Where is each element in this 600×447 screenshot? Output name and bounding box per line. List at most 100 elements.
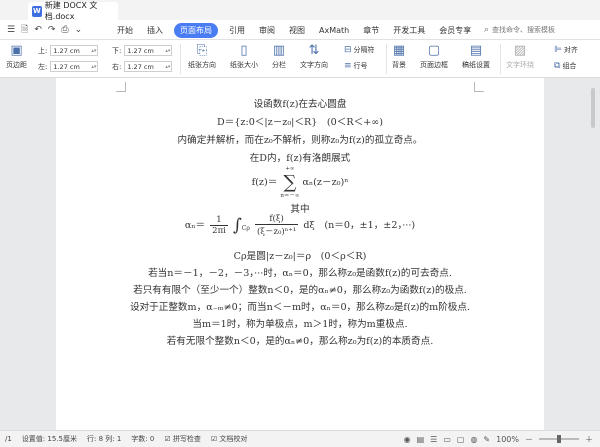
menu-tab-8[interactable]: 开发工具 <box>393 25 425 36</box>
bottom-margin-input[interactable]: 1.27 cm ▴▾ <box>124 45 173 56</box>
menu-tab-4[interactable]: 审阅 <box>259 25 275 36</box>
web-view-icon[interactable]: ▭ <box>443 435 451 444</box>
spinner-icon[interactable]: ▴▾ <box>165 64 171 70</box>
group-button[interactable]: ⧉ 组合 <box>554 61 576 71</box>
zoom-level[interactable]: 100% <box>496 435 519 444</box>
spinner-icon[interactable]: ▴▾ <box>165 48 171 54</box>
command-search[interactable]: ⌕ 查找命令、搜索模板 <box>484 23 596 37</box>
redo-icon[interactable]: ↷ <box>48 25 56 35</box>
document-title: 新建 DOCX 文档.docx <box>44 1 98 21</box>
right-margin-input[interactable]: 1.27 cm ▴▾ <box>124 61 173 72</box>
top-margin-group: 上: 1.27 cm ▴▾ <box>38 45 99 56</box>
integral-symbol: ∫ <box>232 215 242 236</box>
text-line: 设对于正整数m，α₋ₘ≠0；而当n＜－m时，αₙ＝0，那么称z₀是f(z)的m阶… <box>129 302 471 313</box>
align-button[interactable]: ⊫ 对齐 <box>554 45 578 55</box>
vertical-scrollbar[interactable] <box>590 82 596 422</box>
draft-settings-label: 稿纸设置 <box>462 61 490 69</box>
fraction: f(ξ) (ξ－z₀)ⁿ⁺¹ <box>254 214 299 237</box>
spinner-icon[interactable]: ▴▾ <box>91 48 97 54</box>
margin-corner-marker <box>474 82 484 92</box>
left-margin-input[interactable]: 1.27 cm ▴▾ <box>50 61 99 72</box>
scrollbar-thumb[interactable] <box>591 88 595 128</box>
text-direction-button[interactable]: ⇅ 文字方向 <box>300 44 328 70</box>
top-margin-label: 上: <box>38 46 48 55</box>
zoom-in-icon[interactable]: ＋ <box>585 434 593 445</box>
page-border-button[interactable]: ▢ 页面边框 <box>420 44 448 70</box>
page-border-label: 页面边框 <box>420 61 448 69</box>
paper-size-button[interactable]: ▯ 纸张大小 <box>230 44 258 70</box>
orientation-icon: ⎘ <box>196 43 208 58</box>
columns-label: 分栏 <box>272 61 286 69</box>
menu-tab-7[interactable]: 章节 <box>363 25 379 36</box>
text-wrap-button[interactable]: ▨ 文字环绕 <box>506 44 534 70</box>
globe-icon[interactable]: ◍ <box>470 435 477 444</box>
text-line: 内确定并解析，而在z₀不解析，则称z₀为f(z)的孤立奇点。 <box>177 135 423 146</box>
focus-mode-icon[interactable]: ✎ <box>483 435 490 444</box>
top-margin-input[interactable]: 1.27 cm ▴▾ <box>50 45 99 56</box>
zoom-slider-knob[interactable] <box>557 435 561 443</box>
group-icon: ⧉ <box>554 61 561 71</box>
separator-label: 分隔符 <box>353 46 375 54</box>
read-mode-icon[interactable]: ▢ <box>457 435 465 444</box>
word-doc-icon: W <box>32 5 42 17</box>
menu-tab-2[interactable]: 页面布局 <box>174 22 218 38</box>
columns-button[interactable]: ▥ 分栏 <box>272 44 286 70</box>
menu-tabs: 开始 插入 页面布局 引用 审阅 视图 AxMath 章节 开发工具 会员专享 <box>110 20 478 40</box>
menu-tab-0[interactable]: 开始 <box>117 25 133 36</box>
right-margin-label: 右: <box>112 62 122 71</box>
text-line: 其中 <box>290 204 310 215</box>
columns-icon: ▥ <box>272 43 286 58</box>
more-icon[interactable]: ⌄ <box>75 25 83 35</box>
orientation-label: 纸张方向 <box>188 61 216 69</box>
text-line: 当m＝1时，称为单极点，m＞1时，称为m重极点. <box>192 319 408 330</box>
eye-protection-icon[interactable]: ◉ <box>404 435 411 444</box>
zoom-out-icon[interactable]: － <box>525 434 533 445</box>
ribbon-separator <box>500 44 501 74</box>
spell-check-button[interactable]: ☑ 拼写检查 <box>164 434 201 444</box>
bottom-margin-label: 下: <box>112 46 122 55</box>
text-wrap-icon: ▨ <box>513 43 527 58</box>
menu-tab-9[interactable]: 会员专享 <box>439 25 471 36</box>
margins-button[interactable]: ▣ 页边距 <box>6 44 27 70</box>
laurent-series-formula: f(z)＝ +∞ ∑ n＝－∞ αₙ(z－z₀)ⁿ <box>251 166 349 199</box>
row-col-indicator: 行: 8 列: 1 <box>86 435 122 443</box>
spell-check-icon: ☑ <box>164 435 171 443</box>
text-line: 若只有有限个（至少一个）整数n＜0，是的αₙ≠0，那么称z₀为函数f(z)的极点… <box>133 285 467 296</box>
bottom-margin-group: 下: 1.27 cm ▴▾ <box>112 45 173 56</box>
margin-corner-marker <box>116 82 126 92</box>
page-view-icon[interactable]: ▤ <box>417 435 425 444</box>
group-label: 组合 <box>562 62 577 70</box>
draft-settings-button[interactable]: ▤ 稿纸设置 <box>462 44 490 70</box>
orientation-button[interactable]: ⎘ 纸张方向 <box>188 44 216 70</box>
undo-icon[interactable]: ↶ <box>34 25 42 35</box>
line-number-label: 行号 <box>353 62 368 70</box>
left-margin-group: 左: 1.27 cm ▴▾ <box>38 61 99 72</box>
hamburger-menu-icon[interactable]: ☰ <box>7 25 15 35</box>
paper-size-icon: ▯ <box>240 43 248 58</box>
quick-access-toolbar: ☰ 🗎 ↶ ↷ ⎙ ⌄ <box>0 20 85 40</box>
menu-tab-6[interactable]: AxMath <box>319 26 349 35</box>
save-icon[interactable]: 🗎 <box>21 22 28 38</box>
menu-tab-5[interactable]: 视图 <box>289 25 305 36</box>
menu-tab-1[interactable]: 插入 <box>147 25 163 36</box>
text-line: 设函数f(z)在去心圆盘 <box>253 99 347 110</box>
page-indicator[interactable]: /1 <box>5 435 12 443</box>
document-tab[interactable]: W 新建 DOCX 文档.docx <box>28 1 118 21</box>
line-number-icon: ≡ <box>344 61 352 71</box>
title-bar: W 新建 DOCX 文档.docx <box>0 0 600 21</box>
outline-view-icon[interactable]: ☰ <box>430 435 437 444</box>
setting-value: 设置值: 15.5厘米 <box>21 435 77 443</box>
paper-size-label: 纸张大小 <box>230 61 258 69</box>
separator-button[interactable]: ⊟ 分隔符 <box>344 45 375 55</box>
menu-tab-3[interactable]: 引用 <box>229 25 245 36</box>
background-button[interactable]: ▦ 背景 <box>392 44 406 70</box>
zoom-slider[interactable] <box>539 435 579 443</box>
ribbon-toolbar: ▣ 页边距 上: 1.27 cm ▴▾ 下: 1.27 cm ▴▾ 左: 1.27 … <box>0 40 600 78</box>
print-icon[interactable]: ⎙ <box>61 25 68 35</box>
status-bar: /1 设置值: 15.5厘米 行: 8 列: 1 字数: 0 ☑ 拼写检查 ☑ … <box>0 430 600 447</box>
line-number-button[interactable]: ≡ 行号 <box>344 61 368 71</box>
align-label: 对齐 <box>563 46 578 54</box>
spinner-icon[interactable]: ▴▾ <box>91 64 97 70</box>
doc-proof-button[interactable]: ☑ 文档校对 <box>211 434 248 444</box>
word-count[interactable]: 字数: 0 <box>131 434 154 444</box>
